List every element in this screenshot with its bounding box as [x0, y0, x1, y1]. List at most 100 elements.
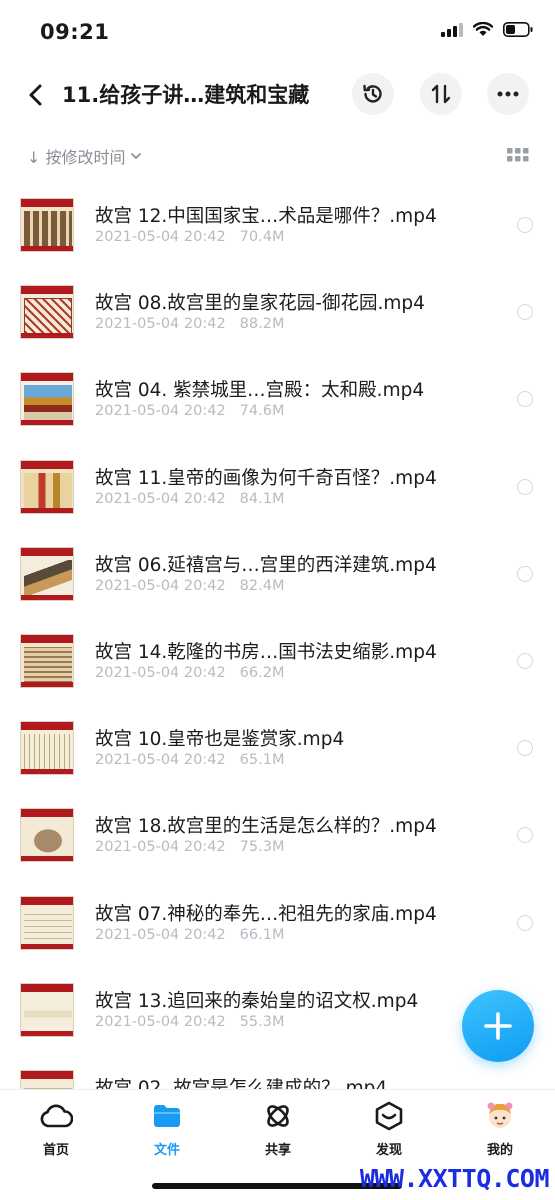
- grid-view-icon[interactable]: [507, 146, 529, 164]
- file-date: 2021-05-04 20:42: [95, 1013, 226, 1030]
- avatar-icon: [487, 1102, 513, 1128]
- file-name: 故宫 13.追回来的秦始皇的诏文权.mp4: [95, 990, 419, 1012]
- file-meta: 2021-05-04 20:42 65.1M: [95, 752, 284, 768]
- tab-label: 文件: [153, 1143, 180, 1158]
- sort-bar: ↓ 按修改时间: [0, 138, 555, 174]
- file-size: 84.1M: [239, 490, 285, 507]
- video-thumbnail: [20, 633, 74, 688]
- video-thumbnail: [20, 1069, 74, 1089]
- file-name: 故宫 11.皇帝的画像为何千奇百怪？.mp4: [95, 467, 437, 489]
- transfer-icon: [431, 84, 451, 104]
- select-radio[interactable]: [517, 565, 533, 582]
- select-radio[interactable]: [517, 740, 533, 757]
- file-row[interactable]: 故宫 10.皇帝也是鉴赏家.mp4 2021-05-04 20:42 65.1M: [0, 706, 555, 793]
- select-radio[interactable]: [517, 217, 533, 233]
- video-thumbnail: [20, 721, 74, 776]
- file-name: 故宫 08.故宫里的皇家花园-御花园.mp4: [95, 293, 425, 315]
- battery-icon: [503, 22, 533, 37]
- video-thumbnail: [20, 982, 74, 1037]
- file-meta: 2021-05-04 20:42 74.6M: [95, 403, 284, 419]
- history-icon: [363, 84, 382, 103]
- signal-icon: [441, 22, 463, 37]
- select-radio[interactable]: [517, 914, 533, 931]
- watermark-text: WWW.XXTTQ.COM: [359, 1164, 550, 1193]
- file-name: 故宫 02. 故宫是怎么建成的？.mp4: [95, 1077, 388, 1089]
- discover-icon: [375, 1101, 403, 1131]
- file-row[interactable]: 故宫 02. 故宫是怎么建成的？.mp4: [0, 1055, 555, 1089]
- file-size: 82.4M: [239, 577, 285, 594]
- tab-files[interactable]: 文件: [127, 1100, 207, 1160]
- file-size: 88.2M: [239, 316, 285, 333]
- select-radio[interactable]: [517, 827, 533, 844]
- video-thumbnail: [20, 459, 74, 514]
- more-button[interactable]: [487, 73, 529, 115]
- file-row[interactable]: 故宫 14.乾隆的书房…国书法史缩影.mp4 2021-05-04 20:42 6…: [0, 619, 555, 706]
- file-size: 65.1M: [239, 752, 285, 769]
- file-name: 故宫 14.乾隆的书房…国书法史缩影.mp4: [95, 641, 437, 663]
- file-size: 66.2M: [239, 664, 285, 681]
- file-row[interactable]: 故宫 18.故宫里的生活是怎么样的？.mp4 2021-05-04 20:42 7…: [0, 793, 555, 880]
- select-radio[interactable]: [517, 304, 533, 321]
- tab-label: 首页: [42, 1143, 69, 1158]
- video-thumbnail: [20, 198, 74, 252]
- nav-bar: 11.给孩子讲…建筑和宝藏: [0, 66, 555, 124]
- file-date: 2021-05-04 20:42: [95, 403, 226, 420]
- more-icon: [497, 91, 519, 97]
- file-size: 74.6M: [239, 403, 285, 420]
- tab-discover[interactable]: 发现: [349, 1100, 429, 1160]
- file-row[interactable]: 故宫 04. 紫禁城里…宫殿：太和殿.mp4 2021-05-04 20:42 7…: [0, 357, 555, 444]
- tab-profile[interactable]: 我的: [460, 1100, 540, 1160]
- file-meta: 2021-05-04 20:42 55.3M: [95, 1014, 284, 1030]
- history-button[interactable]: [352, 73, 394, 115]
- file-name: 故宫 18.故宫里的生活是怎么样的？.mp4: [95, 816, 437, 838]
- file-name: 故宫 06.延禧宫与…宫里的西洋建筑.mp4: [95, 554, 437, 576]
- folder-icon: [154, 1105, 180, 1127]
- file-date: 2021-05-04 20:42: [95, 664, 226, 681]
- cloud-icon: [40, 1104, 73, 1128]
- tab-label: 我的: [486, 1143, 513, 1158]
- status-bar: 09:21: [0, 0, 555, 66]
- select-radio[interactable]: [517, 478, 533, 495]
- file-date: 2021-05-04 20:42: [95, 839, 226, 856]
- file-row[interactable]: 故宫 07.神秘的奉先…祀祖先的家庙.mp4 2021-05-04 20:42 6…: [0, 881, 555, 968]
- file-meta: 2021-05-04 20:42 66.1M: [95, 927, 284, 943]
- file-list: 故宫 12.中国国家宝…术品是哪件？.mp4 2021-05-04 20:42 7…: [0, 183, 555, 1089]
- file-row[interactable]: 故宫 11.皇帝的画像为何千奇百怪？.mp4 2021-05-04 20:42 8…: [0, 445, 555, 532]
- page-title: 11.给孩子讲…建筑和宝藏: [62, 83, 310, 107]
- select-radio[interactable]: [517, 391, 533, 408]
- tab-home[interactable]: 首页: [16, 1100, 96, 1160]
- file-name: 故宫 12.中国国家宝…术品是哪件？.mp4: [95, 206, 437, 227]
- wifi-icon: [473, 22, 493, 36]
- file-row[interactable]: 故宫 06.延禧宫与…宫里的西洋建筑.mp4 2021-05-04 20:42 8…: [0, 532, 555, 619]
- chevron-left-icon: [29, 84, 42, 106]
- file-meta: 2021-05-04 20:42 75.3M: [95, 839, 284, 855]
- back-button[interactable]: [18, 76, 52, 114]
- file-row[interactable]: 故宫 12.中国国家宝…术品是哪件？.mp4 2021-05-04 20:42 7…: [0, 183, 555, 270]
- file-meta: 2021-05-04 20:42 88.2M: [95, 316, 284, 332]
- file-name: 故宫 10.皇帝也是鉴赏家.mp4: [95, 729, 345, 751]
- status-time: 09:21: [40, 20, 110, 44]
- tab-label: 共享: [264, 1143, 291, 1158]
- file-date: 2021-05-04 20:42: [95, 316, 226, 333]
- video-thumbnail: [20, 895, 74, 950]
- plus-icon: [484, 1012, 512, 1040]
- file-meta: 2021-05-04 20:42 66.2M: [95, 665, 284, 681]
- video-thumbnail: [20, 808, 74, 863]
- select-radio[interactable]: [517, 652, 533, 669]
- video-thumbnail: [20, 546, 74, 601]
- add-button[interactable]: [462, 990, 534, 1062]
- sort-dropdown[interactable]: ↓ 按修改时间: [27, 144, 142, 168]
- sort-label: ↓ 按修改时间: [27, 148, 126, 167]
- share-icon: [267, 1105, 289, 1127]
- video-thumbnail: [20, 372, 74, 427]
- file-name: 故宫 04. 紫禁城里…宫殿：太和殿.mp4: [95, 380, 425, 402]
- file-name: 故宫 07.神秘的奉先…祀祖先的家庙.mp4: [95, 903, 437, 925]
- file-meta: 2021-05-04 20:42 70.4M: [95, 229, 284, 245]
- file-row[interactable]: 故宫 08.故宫里的皇家花园-御花园.mp4 2021-05-04 20:42 8…: [0, 270, 555, 357]
- tab-share[interactable]: 共享: [238, 1100, 318, 1160]
- transfer-button[interactable]: [420, 73, 462, 115]
- file-date: 2021-05-04 20:42: [95, 490, 226, 507]
- file-size: 75.3M: [239, 839, 285, 856]
- file-size: 66.1M: [239, 926, 285, 943]
- file-meta: 2021-05-04 20:42 82.4M: [95, 578, 284, 594]
